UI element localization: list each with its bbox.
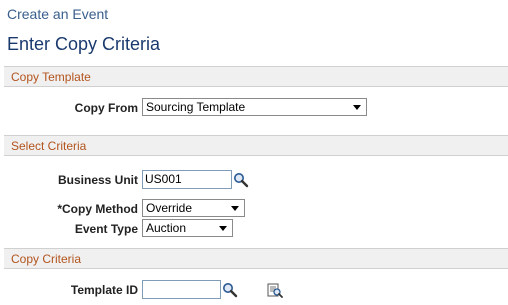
chevron-down-icon <box>219 226 227 231</box>
copy-from-select[interactable]: Sourcing Template <box>142 98 367 116</box>
copy-method-select[interactable]: Override <box>142 199 245 217</box>
breadcrumb: Create an Event <box>7 6 109 22</box>
business-unit-label: Business Unit <box>57 173 138 187</box>
event-type-select[interactable]: Auction <box>142 219 233 237</box>
business-unit-input[interactable]: US001 <box>142 170 232 189</box>
copy-method-label: *Copy Method <box>57 202 138 216</box>
section-header-select-criteria: Select Criteria <box>4 135 508 156</box>
template-id-input[interactable] <box>142 280 221 299</box>
chevron-down-icon <box>231 206 239 211</box>
section-title-copy-template: Copy Template <box>11 70 91 84</box>
copy-method-value: Override <box>146 201 193 215</box>
section-title-copy-criteria: Copy Criteria <box>11 252 82 266</box>
magnifier-icon[interactable] <box>233 172 249 188</box>
chevron-down-icon <box>353 105 361 110</box>
section-header-copy-criteria: Copy Criteria <box>4 248 508 269</box>
page-title: Enter Copy Criteria <box>7 34 161 54</box>
section-title-select-criteria: Select Criteria <box>11 139 87 153</box>
copy-from-value: Sourcing Template <box>146 100 246 114</box>
copy-from-label: Copy From <box>74 101 138 115</box>
magnifier-icon[interactable] <box>222 282 238 298</box>
detail-view-icon[interactable] <box>267 282 283 298</box>
section-header-copy-template: Copy Template <box>4 66 508 87</box>
event-type-value: Auction <box>146 221 187 235</box>
event-type-label: Event Type <box>74 222 138 236</box>
template-id-label: Template ID <box>70 283 138 297</box>
